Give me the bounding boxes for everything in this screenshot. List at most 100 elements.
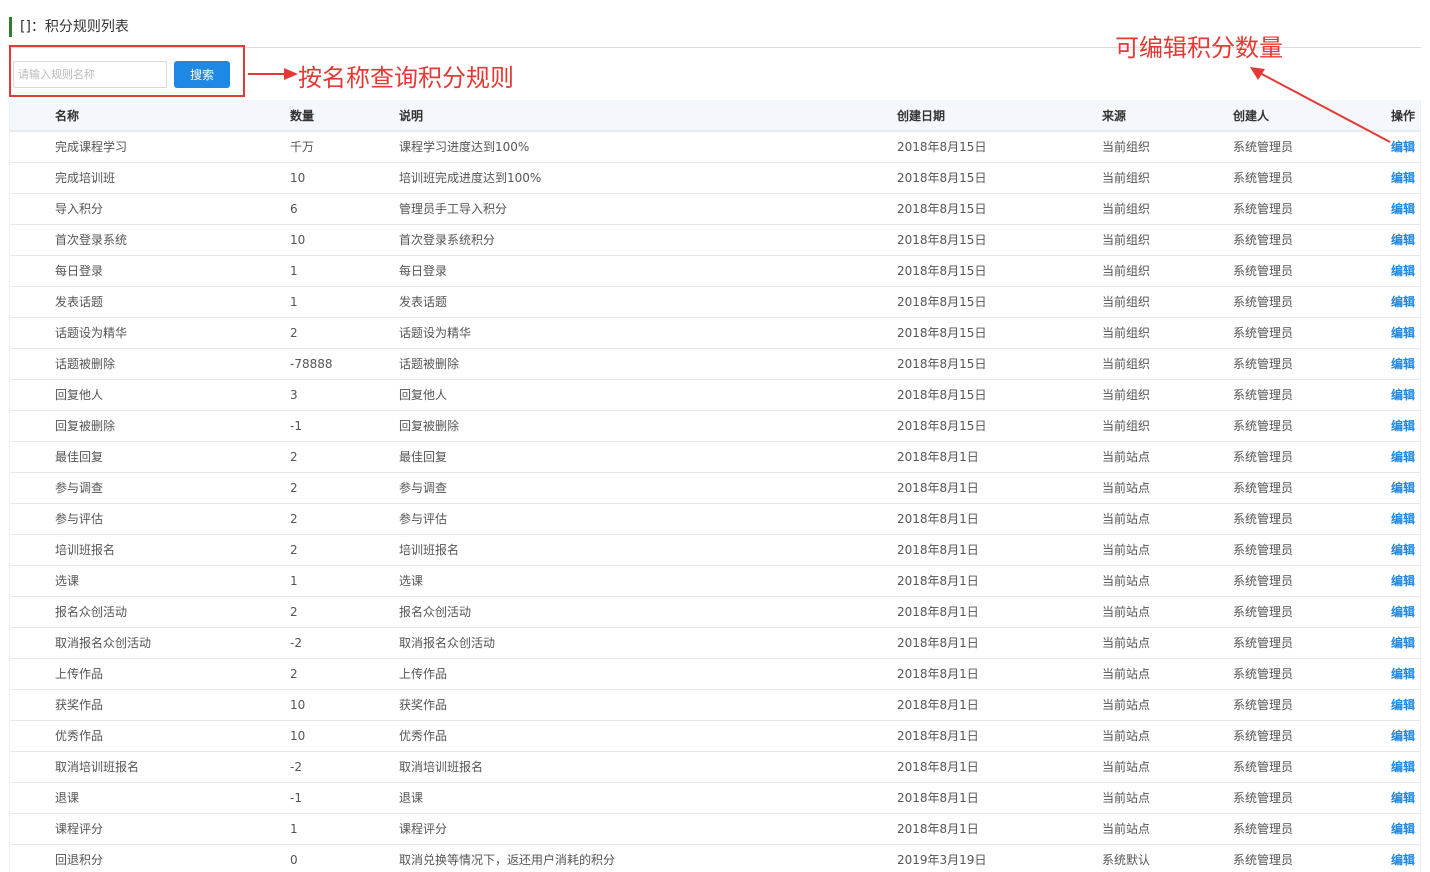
edit-link[interactable]: 编辑 — [1391, 318, 1415, 349]
cell-source: 当前站点 — [1102, 543, 1151, 557]
edit-link[interactable]: 编辑 — [1391, 659, 1415, 690]
edit-link[interactable]: 编辑 — [1391, 194, 1415, 225]
edit-link[interactable]: 编辑 — [1391, 814, 1415, 845]
cell-name: 回复被删除 — [55, 419, 116, 433]
edit-link[interactable]: 编辑 — [1391, 504, 1415, 535]
cell-creator: 系统管理员 — [1233, 171, 1294, 185]
cell-creator: 系统管理员 — [1233, 698, 1294, 712]
cell-date: 2018年8月1日 — [897, 512, 979, 526]
cell-date: 2018年8月15日 — [897, 140, 987, 154]
cell-desc: 取消报名众创活动 — [399, 636, 496, 650]
search-button[interactable]: 搜索 — [174, 61, 230, 88]
table-header: 名称 数量 说明 创建日期 来源 创建人 操作 — [10, 100, 1420, 132]
edit-link[interactable]: 编辑 — [1391, 721, 1415, 752]
table-row: 首次登录系统 10 首次登录系统积分 2018年8月15日 当前组织 系统管理员 编辑 — [10, 225, 1420, 256]
cell-qty: 2 — [290, 543, 298, 557]
edit-link[interactable]: 编辑 — [1391, 752, 1415, 783]
cell-name: 参与调查 — [55, 481, 104, 495]
cell-source: 当前站点 — [1102, 636, 1151, 650]
table-row: 上传作品 2 上传作品 2018年8月1日 当前站点 系统管理员 编辑 — [10, 659, 1420, 690]
cell-desc: 选课 — [399, 574, 424, 588]
table-row: 导入积分 6 管理员手工导入积分 2018年8月15日 当前组织 系统管理员 编辑 — [10, 194, 1420, 225]
edit-link[interactable]: 编辑 — [1391, 132, 1415, 163]
cell-creator: 系统管理员 — [1233, 419, 1294, 433]
cell-date: 2018年8月1日 — [897, 481, 979, 495]
edit-link[interactable]: 编辑 — [1391, 225, 1415, 256]
cell-creator: 系统管理员 — [1233, 729, 1294, 743]
edit-link[interactable]: 编辑 — [1391, 442, 1415, 473]
edit-link[interactable]: 编辑 — [1391, 783, 1415, 814]
cell-date: 2018年8月1日 — [897, 698, 979, 712]
edit-link[interactable]: 编辑 — [1391, 566, 1415, 597]
search-input[interactable] — [13, 61, 167, 88]
cell-source: 当前组织 — [1102, 419, 1151, 433]
cell-desc: 管理员手工导入积分 — [399, 202, 508, 216]
edit-link[interactable]: 编辑 — [1391, 163, 1415, 194]
cell-qty: 10 — [290, 698, 306, 712]
cell-name: 培训班报名 — [55, 543, 116, 557]
table-row: 选课 1 选课 2018年8月1日 当前站点 系统管理员 编辑 — [10, 566, 1420, 597]
cell-date: 2018年8月15日 — [897, 171, 987, 185]
cell-date: 2018年8月1日 — [897, 574, 979, 588]
cell-creator: 系统管理员 — [1233, 791, 1294, 805]
cell-qty: 2 — [290, 326, 298, 340]
edit-link[interactable]: 编辑 — [1391, 690, 1415, 721]
cell-creator: 系统管理员 — [1233, 450, 1294, 464]
table-row: 获奖作品 10 获奖作品 2018年8月1日 当前站点 系统管理员 编辑 — [10, 690, 1420, 721]
cell-source: 当前站点 — [1102, 791, 1151, 805]
cell-source: 当前站点 — [1102, 822, 1151, 836]
cell-qty: 3 — [290, 388, 298, 402]
cell-creator: 系统管理员 — [1233, 636, 1294, 650]
col-header-desc: 说明 — [399, 109, 424, 123]
search-arrow-head — [284, 68, 298, 80]
edit-link[interactable]: 编辑 — [1391, 845, 1415, 872]
table-row: 取消报名众创活动 -2 取消报名众创活动 2018年8月1日 当前站点 系统管理员 编辑 — [10, 628, 1420, 659]
table-row: 回复他人 3 回复他人 2018年8月15日 当前组织 系统管理员 编辑 — [10, 380, 1420, 411]
cell-qty: 2 — [290, 605, 298, 619]
edit-link[interactable]: 编辑 — [1391, 535, 1415, 566]
cell-creator: 系统管理员 — [1233, 357, 1294, 371]
table-row: 回退积分 0 取消兑换等情况下，返还用户消耗的积分 2019年3月19日 系统默认 系统管… — [10, 845, 1420, 872]
cell-creator: 系统管理员 — [1233, 140, 1294, 154]
cell-date: 2018年8月15日 — [897, 264, 987, 278]
cell-date: 2019年3月19日 — [897, 853, 987, 867]
cell-date: 2018年8月1日 — [897, 543, 979, 557]
cell-qty: 1 — [290, 574, 298, 588]
edit-link[interactable]: 编辑 — [1391, 411, 1415, 442]
cell-name: 取消培训班报名 — [55, 760, 140, 774]
edit-link[interactable]: 编辑 — [1391, 473, 1415, 504]
cell-creator: 系统管理员 — [1233, 667, 1294, 681]
cell-date: 2018年8月15日 — [897, 357, 987, 371]
cell-name: 回复他人 — [55, 388, 104, 402]
cell-desc: 培训班报名 — [399, 543, 460, 557]
cell-source: 当前站点 — [1102, 698, 1151, 712]
edit-link[interactable]: 编辑 — [1391, 287, 1415, 318]
edit-link[interactable]: 编辑 — [1391, 349, 1415, 380]
cell-desc: 上传作品 — [399, 667, 448, 681]
cell-qty: 10 — [290, 171, 306, 185]
edit-link[interactable]: 编辑 — [1391, 380, 1415, 411]
cell-desc: 参与评估 — [399, 512, 448, 526]
cell-qty: 千万 — [290, 140, 315, 154]
table-row: 取消培训班报名 -2 取消培训班报名 2018年8月1日 当前站点 系统管理员 编辑 — [10, 752, 1420, 783]
cell-date: 2018年8月15日 — [897, 233, 987, 247]
cell-name: 获奖作品 — [55, 698, 104, 712]
edit-link[interactable]: 编辑 — [1391, 256, 1415, 287]
cell-desc: 话题设为精华 — [399, 326, 472, 340]
cell-creator: 系统管理员 — [1233, 202, 1294, 216]
cell-source: 当前站点 — [1102, 512, 1151, 526]
table-row: 完成培训班 10 培训班完成进度达到100% 2018年8月15日 当前组织 系统管理员 编… — [10, 163, 1420, 194]
edit-link[interactable]: 编辑 — [1391, 628, 1415, 659]
cell-date: 2018年8月1日 — [897, 605, 979, 619]
col-header-date: 创建日期 — [897, 109, 946, 123]
cell-desc: 首次登录系统积分 — [399, 233, 496, 247]
cell-source: 当前组织 — [1102, 357, 1151, 371]
col-header-creator: 创建人 — [1233, 109, 1270, 123]
cell-name: 回退积分 — [55, 853, 104, 867]
cell-qty: 1 — [290, 295, 298, 309]
table-row: 发表话题 1 发表话题 2018年8月15日 当前组织 系统管理员 编辑 — [10, 287, 1420, 318]
edit-link[interactable]: 编辑 — [1391, 597, 1415, 628]
cell-source: 当前站点 — [1102, 760, 1151, 774]
cell-desc: 获奖作品 — [399, 698, 448, 712]
cell-qty: 1 — [290, 822, 298, 836]
